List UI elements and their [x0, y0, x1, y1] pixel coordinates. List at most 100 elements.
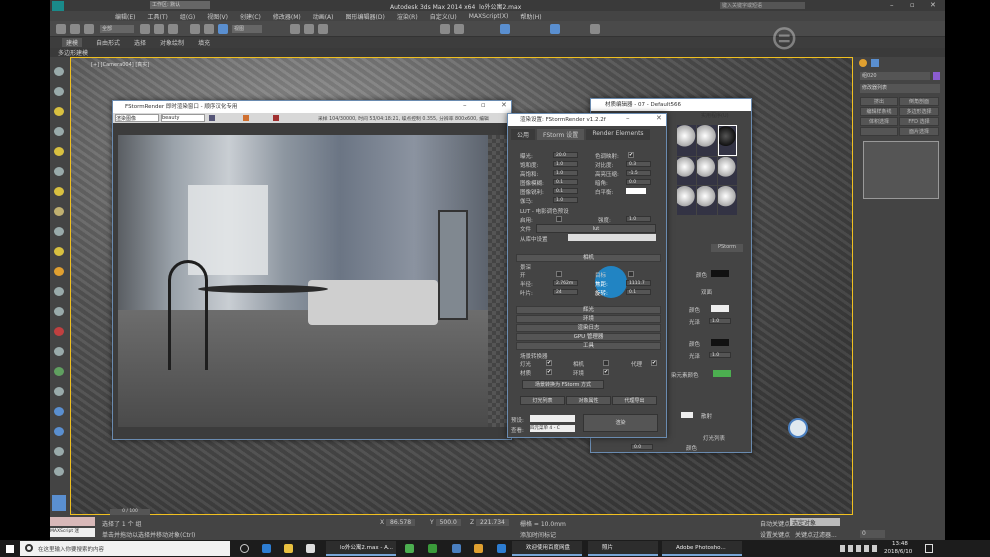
object-properties-button[interactable]: 对象属性 [566, 396, 611, 405]
tool-icon[interactable] [54, 227, 64, 236]
sample-sphere[interactable] [677, 186, 697, 215]
tool-icon[interactable] [54, 447, 64, 456]
modifier-button[interactable] [860, 127, 898, 136]
lut-preset-select[interactable] [568, 234, 656, 241]
tab-populate[interactable]: 填充 [198, 38, 210, 47]
material-type-button[interactable]: PStorm [711, 244, 743, 252]
tool-icon[interactable] [54, 207, 64, 216]
high-saturation-field[interactable]: 1.0 [553, 170, 578, 176]
tool-icon[interactable] [54, 67, 64, 76]
gloss-field[interactable]: 1.0 [709, 318, 731, 324]
saturation-field[interactable]: 1.0 [553, 161, 578, 167]
close-button[interactable]: ✕ [930, 1, 936, 9]
glow-rollout[interactable]: 辉光 [516, 306, 661, 314]
tool-icon[interactable] [54, 307, 64, 316]
viewport-layout-tab[interactable] [52, 495, 66, 511]
gamma-field[interactable]: 1.0 [553, 197, 578, 203]
maximize-button[interactable]: ▫ [481, 101, 486, 109]
tool-icon[interactable] [54, 387, 64, 396]
taskbar-app-baidu[interactable]: 欢迎使用百度网盘 [512, 541, 582, 556]
link-icon[interactable] [56, 24, 66, 34]
tab-selection[interactable]: 选择 [134, 38, 146, 47]
app-icon[interactable] [497, 544, 506, 553]
tab-object-paint[interactable]: 对象绘制 [160, 38, 184, 47]
radius-field[interactable]: 2.762m [553, 280, 578, 286]
lut-enable-checkbox[interactable] [556, 216, 562, 222]
menu-modifiers[interactable]: 修改器(M) [273, 12, 301, 21]
taskbar-search-input[interactable]: 在这里输入你要搜索的内容 [20, 541, 230, 556]
modifier-button[interactable]: FFD 选择 [899, 117, 939, 126]
proxy-export-button[interactable]: 代理导出 [612, 396, 657, 405]
bind-icon[interactable] [84, 24, 94, 34]
lut-strength-field[interactable]: 1.0 [626, 216, 651, 222]
app-icon[interactable] [474, 544, 483, 553]
stop-icon[interactable] [273, 115, 279, 121]
sample-sphere[interactable] [697, 156, 717, 186]
strength-field[interactable]: 0.0 [631, 444, 653, 450]
menu-views[interactable]: 视图(V) [207, 12, 228, 21]
sample-sphere[interactable] [717, 156, 737, 186]
clock-time[interactable]: 13:48 [892, 541, 908, 547]
selection-filter[interactable]: 全部 [100, 25, 134, 33]
preset-select[interactable] [530, 415, 575, 422]
reflect-color-swatch[interactable] [711, 305, 729, 312]
render-log-rollout[interactable]: 渲染日志 [516, 324, 661, 332]
gloss-field[interactable]: 1.0 [709, 352, 731, 358]
convert-lights-checkbox[interactable]: ✔ [546, 360, 552, 366]
tool-icon[interactable] [54, 367, 64, 376]
dof-target-checkbox[interactable] [628, 271, 634, 277]
element-color-swatch[interactable] [713, 370, 731, 377]
menu-tools[interactable]: 工具(T) [147, 12, 167, 21]
tab-freeform[interactable]: 自由形式 [96, 38, 120, 47]
modifier-button[interactable]: 倒角剖面 [899, 97, 939, 106]
modifier-button[interactable]: 挤出 [860, 97, 898, 106]
tool-icon[interactable] [54, 87, 64, 96]
tool-icon[interactable] [54, 347, 64, 356]
key-filters-button[interactable]: 关键点过滤器... [795, 530, 837, 539]
material-editor-menu[interactable]: 实用程序(U) [701, 112, 729, 119]
tool-icon[interactable] [54, 427, 64, 436]
contrast-field[interactable]: 0.3 [626, 161, 651, 167]
close-button[interactable]: ✕ [656, 114, 662, 122]
viewcube-icon[interactable] [788, 418, 808, 438]
tool-icon[interactable] [54, 327, 64, 336]
close-button[interactable]: ✕ [501, 101, 507, 109]
create-tab-icon[interactable] [859, 59, 867, 67]
workspace-select[interactable]: 工作区: 默认 [150, 1, 210, 9]
maxscript-mini[interactable]: MAXScript 迷 [50, 528, 95, 537]
store-icon[interactable] [306, 544, 315, 553]
convert-scene-button[interactable]: 场景转换为 FStorm 方式 [522, 380, 604, 389]
save-icon[interactable] [209, 115, 215, 121]
menu-edit[interactable]: 编辑(E) [115, 12, 135, 21]
object-color-swatch[interactable] [933, 72, 940, 80]
tone-mapping-checkbox[interactable]: ✔ [628, 152, 634, 158]
align-icon[interactable] [454, 24, 464, 34]
z-coord[interactable]: Z 221.734 [470, 519, 509, 526]
percent-snap-icon[interactable] [318, 24, 328, 34]
select-by-name-icon[interactable] [154, 24, 164, 34]
sample-sphere[interactable] [677, 125, 697, 156]
menu-graph-editors[interactable]: 图形编辑器(D) [346, 12, 385, 21]
tool-icon[interactable] [54, 107, 64, 116]
tab-fstorm-settings[interactable]: FStorm 设置 [537, 129, 585, 140]
menu-customize[interactable]: 自定义(U) [430, 12, 457, 21]
tool-icon[interactable] [54, 147, 64, 156]
explorer-icon[interactable] [284, 544, 293, 553]
y-coord[interactable]: Y 500.0 [430, 519, 461, 526]
app-icon[interactable] [452, 544, 461, 553]
render-icon[interactable] [590, 24, 600, 34]
modifier-button[interactable]: 体积选择 [860, 117, 898, 126]
exposure-field[interactable]: 20.0 [553, 152, 578, 158]
move-icon[interactable] [190, 24, 200, 34]
viewport-label[interactable]: [+] [Camera004] [真实] [91, 61, 149, 68]
pass-select[interactable]: beauty [161, 114, 205, 122]
gpu-manager-rollout[interactable]: GPU 管理器 [516, 333, 661, 341]
x-coord[interactable]: X 86.578 [380, 519, 416, 526]
reference-coord-select[interactable]: 视图 [232, 25, 262, 33]
convert-environment-checkbox[interactable]: ✔ [603, 369, 609, 375]
tool-icon[interactable] [54, 247, 64, 256]
rotate-icon[interactable] [204, 24, 214, 34]
ribbon-panel[interactable]: 多边形建模 [50, 48, 945, 57]
tab-common[interactable]: 公用 [511, 129, 536, 140]
sample-sphere[interactable] [697, 186, 717, 215]
